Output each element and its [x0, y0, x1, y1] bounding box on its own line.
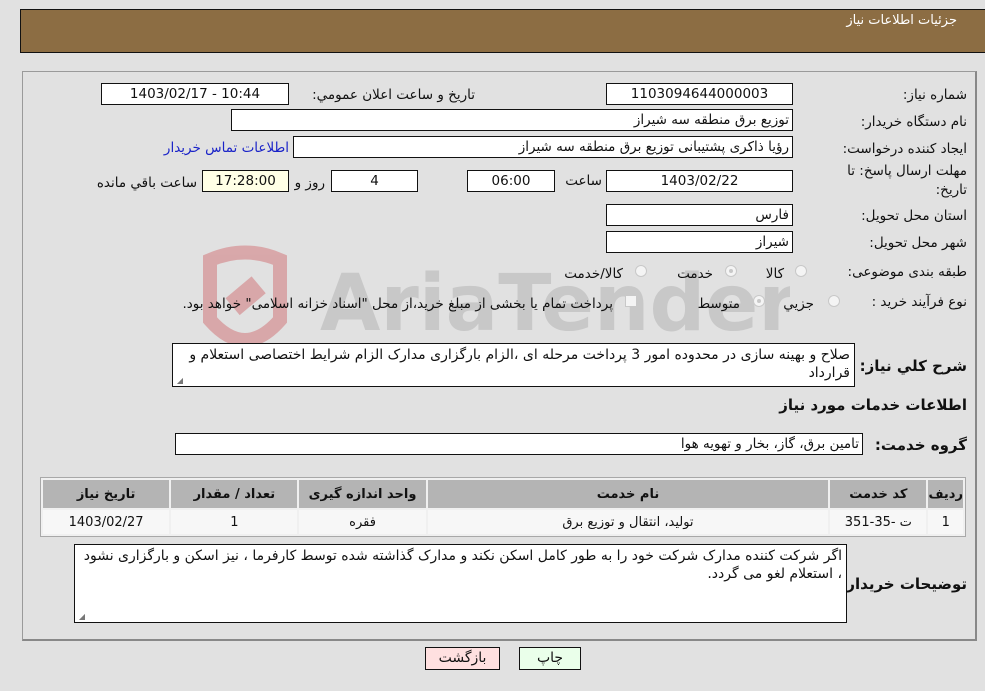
buyer-contact-link[interactable]: اطلاعات تماس خریدار [164, 140, 289, 156]
buyer-org-label: نام دستگاه خریدار: [860, 114, 967, 130]
requester-field: رؤیا ذاکری پشتیبانی توزیع برق منطقه سه ش… [293, 136, 793, 158]
service-group-label: گروه خدمت: [874, 436, 967, 454]
buyer-notes-textarea[interactable]: اگر شرکت کننده مدارک شرکت خود را به طور … [74, 544, 847, 623]
purchase-type-radio-medium[interactable] [753, 295, 765, 307]
deadline-time-field: 06:00 [467, 170, 555, 192]
buyer-notes-label: توضیحات خریدار: [840, 575, 967, 593]
deadline-label-date: تاریخ: [935, 182, 967, 198]
purchase-type-option-minor: جزيي [783, 296, 814, 312]
cell-quantity: 1 [171, 510, 298, 534]
treasury-checkbox-label: پرداخت تمام یا بخشی از مبلغ خرید،از محل … [182, 296, 613, 312]
category-radio-goods[interactable] [795, 265, 807, 277]
province-field: فارس [606, 204, 793, 226]
cell-row-number: 1 [928, 510, 963, 534]
cell-service-code: ت -35-351 [830, 510, 927, 534]
page-header [20, 9, 985, 53]
province-label: استان محل تحویل: [861, 208, 967, 224]
description-label: شرح کلي نیاز: [859, 357, 967, 375]
col-quantity: تعداد / مقدار [171, 480, 298, 508]
category-option-goods-service: کالا/خدمت [564, 266, 623, 282]
category-option-goods: کالا [765, 266, 784, 282]
city-field: شیراز [606, 231, 793, 253]
deadline-time-label: ساعت [565, 173, 602, 189]
col-unit: واحد اندازه گیری [299, 480, 426, 508]
buyer-org-field: توزیع برق منطقه سه شیراز [231, 109, 793, 131]
cell-service-name: تولید، انتقال و توزیع برق [427, 510, 829, 534]
resize-grip-icon[interactable]: ◢ [175, 377, 183, 385]
announce-datetime-label: تاریخ و ساعت اعلان عمومي: [312, 87, 475, 103]
page-title: جزئیات اطلاعات نیاز [846, 13, 957, 28]
deadline-date-field: 1403/02/22 [606, 170, 793, 192]
cell-need-date: 1403/02/27 [43, 510, 170, 534]
buyer-notes-text: اگر شرکت کننده مدارک شرکت خود را به طور … [83, 548, 842, 582]
print-button[interactable]: چاپ [519, 647, 581, 670]
table-row: 1 ت -35-351 تولید، انتقال و توزیع برق فق… [43, 510, 963, 534]
description-textarea[interactable]: صلاح و بهینه سازی در محدوده امور 3 پرداخ… [172, 343, 855, 387]
category-option-service: خدمت [677, 266, 713, 282]
need-number-field: 1103094644000003 [606, 83, 793, 105]
col-service-code: کد خدمت [830, 480, 927, 508]
cell-unit: فقره [299, 510, 426, 534]
services-table: ردیف کد خدمت نام خدمت واحد اندازه گیری ت… [40, 477, 966, 537]
announce-datetime-field: 1403/02/17 - 10:44 [101, 83, 289, 105]
col-service-name: نام خدمت [427, 480, 829, 508]
category-radio-goods-service[interactable] [635, 265, 647, 277]
category-label: طبقه بندی موضوعی: [847, 264, 967, 280]
description-text: صلاح و بهینه سازی در محدوده امور 3 پرداخ… [189, 347, 850, 381]
need-number-label: شماره نیاز: [902, 87, 967, 103]
treasury-checkbox[interactable] [625, 295, 637, 307]
category-radio-service[interactable] [725, 265, 737, 277]
services-section-title: اطلاعات خدمات مورد نیاز [779, 396, 967, 414]
purchase-type-radio-minor[interactable] [828, 295, 840, 307]
service-group-field: تامین برق، گاز، بخار و تهویه هوا [175, 433, 863, 455]
deadline-label: مهلت ارسال پاسخ: تا [847, 163, 967, 179]
services-table-header: ردیف کد خدمت نام خدمت واحد اندازه گیری ت… [43, 480, 963, 508]
remaining-time-label: ساعت باقي مانده [96, 175, 197, 191]
col-row-number: ردیف [928, 480, 963, 508]
purchase-type-label: نوع فرآیند خرید : [871, 294, 967, 310]
purchase-type-option-medium: متوسط [697, 296, 740, 312]
remaining-time-field: 17:28:00 [202, 170, 289, 192]
days-label: روز و [294, 175, 325, 191]
resize-grip-icon[interactable]: ◢ [77, 613, 85, 621]
remaining-days-field: 4 [331, 170, 418, 192]
col-need-date: تاریخ نیاز [43, 480, 170, 508]
requester-label: ایجاد کننده درخواست: [842, 141, 967, 157]
back-button[interactable]: بازگشت [425, 647, 500, 670]
city-label: شهر محل تحویل: [869, 235, 967, 251]
